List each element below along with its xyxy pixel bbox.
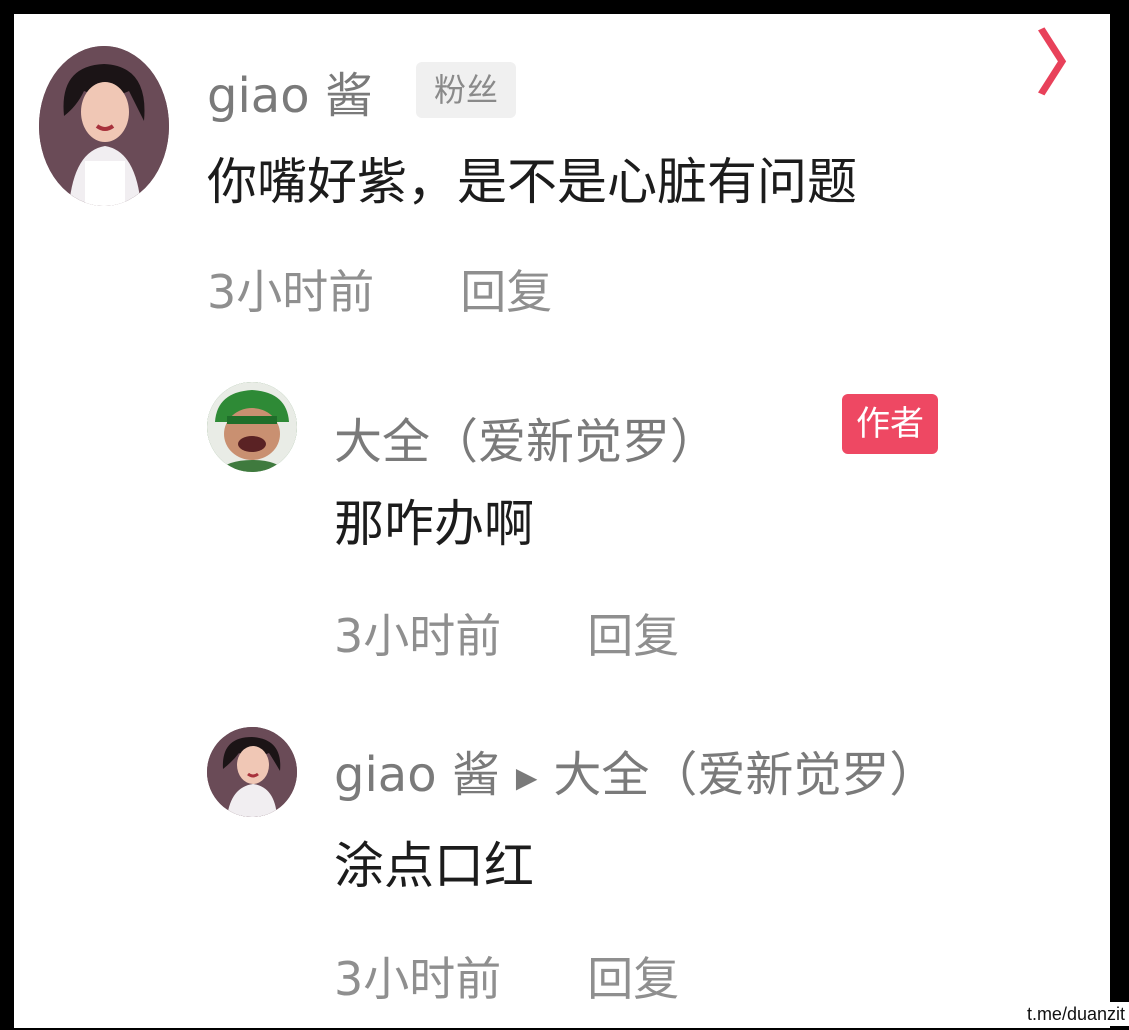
reply-button[interactable]: 回复 — [460, 265, 552, 319]
reply-header: giao 酱 ▶ 大全（爱新觉罗） — [334, 745, 937, 808]
reply-username[interactable]: giao 酱 — [334, 747, 500, 803]
avatar-girl-icon — [39, 46, 169, 206]
comment-meta: 3小时前 回复 — [207, 262, 552, 322]
reply-button[interactable]: 回复 — [587, 952, 679, 1006]
comment-text: 你嘴好紫，是不是心脏有问题 — [207, 153, 857, 211]
author-badge: 作者 — [842, 394, 938, 454]
reply-target-username[interactable]: 大全（爱新觉罗） — [553, 747, 937, 803]
avatar-girl-icon — [207, 727, 297, 817]
comment-username[interactable]: giao 酱 — [207, 66, 373, 126]
reply-meta: 3小时前 回复 — [334, 606, 679, 666]
fan-badge: 粉丝 — [416, 62, 517, 118]
reply-username[interactable]: 大全（爱新觉罗） — [334, 412, 718, 472]
avatar[interactable] — [39, 46, 169, 206]
reply-text: 那咋办啊 — [334, 495, 534, 553]
reply-text: 涂点口红 — [334, 837, 534, 895]
reply-arrow-icon: ▶ — [515, 761, 538, 794]
reply-time: 3小时前 — [334, 609, 502, 663]
comment-screen: 〉 giao 酱 粉丝 你嘴好紫，是不是心脏有问题 3小时前 回复 大全（爱新觉罗… — [14, 14, 1110, 1028]
avatar[interactable] — [207, 382, 297, 472]
reply-button[interactable]: 回复 — [587, 609, 679, 663]
avatar[interactable] — [207, 727, 297, 817]
corner-mark-icon: 〉 — [1036, 23, 1106, 105]
avatar-man-green-hat-icon — [207, 382, 297, 472]
watermark: t.me/duanzit — [1022, 1002, 1129, 1026]
reply-time: 3小时前 — [334, 952, 502, 1006]
reply-meta: 3小时前 回复 — [334, 949, 679, 1009]
comment-time: 3小时前 — [207, 265, 375, 319]
